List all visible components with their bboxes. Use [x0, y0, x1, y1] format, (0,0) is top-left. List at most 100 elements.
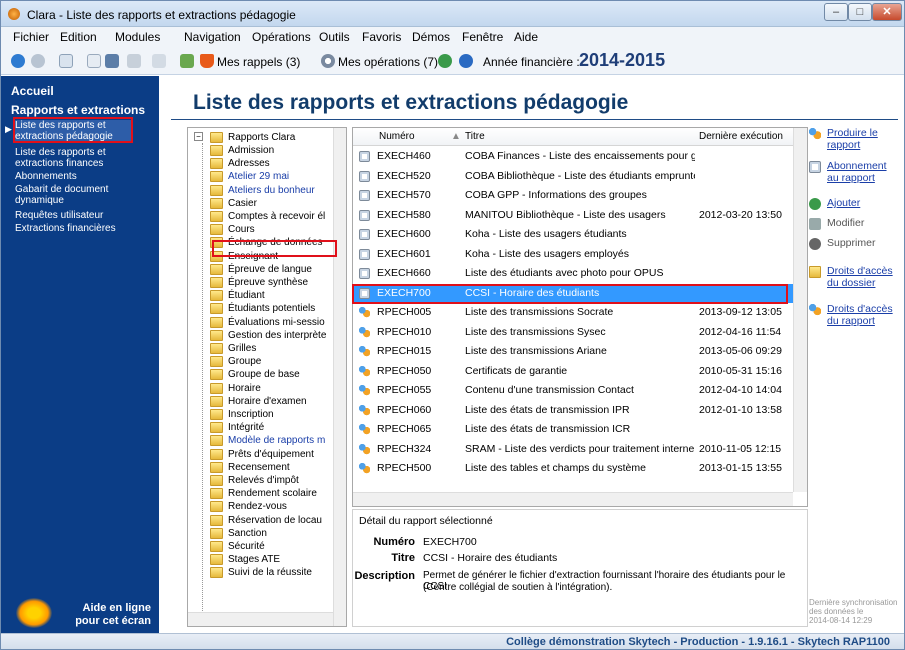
cell-numero: RPECH324: [377, 442, 432, 455]
menu-outils[interactable]: Outils: [319, 30, 350, 44]
nav-item-requetes[interactable]: Requêtes utilisateur: [15, 210, 155, 221]
table-row[interactable]: RPECH050 Certificats de garantie 2010-05-3…: [353, 362, 793, 381]
table-row[interactable]: EXECH460 COBA Finances - Liste des encais…: [353, 147, 793, 166]
table-row[interactable]: RPECH500 Liste des tables et champs du sy…: [353, 459, 793, 478]
folder-icon: [210, 435, 223, 447]
nav-item-gabarit[interactable]: Gabarit de document dynamique: [15, 184, 155, 206]
cell-numero: EXECH601: [377, 247, 431, 260]
table-hscrollbar[interactable]: [353, 492, 793, 506]
folder-icon: [210, 343, 223, 354]
table-scrollbar[interactable]: [793, 128, 807, 492]
tree-item-label: Cours: [228, 224, 255, 236]
table-row[interactable]: EXECH660 Liste des étudiants avec photo p…: [353, 264, 793, 283]
page-title: Liste des rapports et extractions pédago…: [193, 91, 629, 114]
cell-titre: Liste des transmissions Ariane: [465, 345, 607, 357]
menu-operations[interactable]: Opérations: [252, 30, 311, 44]
folder-icon: [210, 277, 223, 288]
table-row[interactable]: RPECH055 Contenu d'une transmission Conta…: [353, 381, 793, 400]
extraction-icon: [359, 209, 370, 221]
email-icon[interactable]: [152, 54, 166, 68]
table-row[interactable]: EXECH601 Koha - Liste des usagers employé…: [353, 245, 793, 264]
folder-icon: [210, 211, 223, 222]
forward-icon[interactable]: [31, 54, 45, 68]
menu-modules[interactable]: Modules: [115, 30, 160, 44]
back-icon[interactable]: [11, 54, 25, 68]
cell-titre: Liste des états de transmission IPR: [465, 403, 630, 416]
table-row[interactable]: RPECH324 SRAM - Liste des verdicts pour t…: [353, 440, 793, 459]
print-icon[interactable]: [127, 54, 141, 68]
export-icon[interactable]: [180, 54, 194, 68]
col-derniere-execution[interactable]: Dernière exécution: [699, 131, 783, 142]
annee-label: Année financière :: [483, 55, 580, 69]
aide-text[interactable]: Aide en ligne pour cet écran: [61, 602, 151, 628]
nav-section-title[interactable]: Rapports et extractions: [11, 103, 145, 117]
close-button[interactable]: ✕: [872, 3, 902, 21]
report-detail: Détail du rapport sélectionné Numéro EXE…: [352, 509, 808, 627]
cell-titre: COBA Finances - Liste des encaissements …: [465, 150, 695, 162]
cell-titre: SRAM - Liste des verdicts pour traitemen…: [465, 442, 695, 455]
folder-icon: [210, 369, 223, 381]
folder-icon: [210, 501, 223, 513]
app-window: Clara - Liste des rapports et extraction…: [0, 0, 905, 650]
edit-icon: [809, 218, 821, 230]
highlight-table-row: [352, 284, 788, 304]
cell-numero: RPECH065: [377, 423, 432, 435]
sync-line2: des données le: [809, 607, 864, 616]
col-numero[interactable]: Numéro: [379, 131, 415, 142]
cell-titre: Koha - Liste des usagers employés: [465, 247, 630, 260]
table-row[interactable]: EXECH600 Koha - Liste des usagers étudian…: [353, 225, 793, 244]
aide-en-ligne[interactable]: Aide en ligne pour cet écran: [1, 596, 159, 633]
table-row[interactable]: EXECH520 COBA Bibliothèque - Liste des ét…: [353, 167, 793, 186]
report-icon: [359, 424, 370, 435]
report-icon: [359, 326, 370, 338]
report-icon: [359, 365, 370, 377]
tree-scrollbar[interactable]: [333, 128, 346, 626]
save-icon[interactable]: [105, 54, 119, 68]
menu-fichier[interactable]: Fichier: [13, 30, 49, 44]
home-icon[interactable]: [59, 54, 73, 68]
table-row[interactable]: EXECH570 COBA GPP - Informations des grou…: [353, 186, 793, 205]
folder-icon: [210, 475, 223, 486]
report-icon: [359, 385, 370, 396]
table-row[interactable]: RPECH015 Liste des transmissions Ariane 20…: [353, 342, 793, 361]
table-row[interactable]: RPECH060 Liste des états de transmission …: [353, 401, 793, 420]
minimize-button[interactable]: –: [824, 3, 848, 21]
bell-icon[interactable]: [200, 54, 214, 68]
report-icon: [809, 304, 821, 316]
cell-date: 2010-11-05 12:15: [699, 442, 782, 455]
table-row[interactable]: EXECH580 MANITOU Bibliothèque - Liste des…: [353, 206, 793, 225]
cell-titre: Liste des transmissions Sysec: [465, 325, 606, 338]
menu-favoris[interactable]: Favoris: [362, 30, 401, 44]
collapse-icon[interactable]: −: [194, 132, 203, 141]
nav-item-extractions-financieres[interactable]: Extractions financières: [15, 223, 155, 234]
tree-item-label: Évaluations mi-sessio: [228, 316, 325, 328]
table-row[interactable]: RPECH005 Liste des transmissions Socrate 2…: [353, 303, 793, 322]
col-titre[interactable]: Titre: [465, 131, 485, 142]
copy-icon[interactable]: [87, 54, 101, 68]
menu-fenetre[interactable]: Fenêtre: [462, 30, 503, 44]
menu-aide[interactable]: Aide: [514, 30, 538, 44]
nav-accueil[interactable]: Accueil: [11, 84, 54, 98]
nav-item-rapports-finances[interactable]: Liste des rapports et extractions financ…: [15, 147, 155, 169]
help-icon[interactable]: [459, 54, 473, 68]
tree-item-label: Suivi de la réussite: [228, 567, 312, 579]
sunflower-icon: [16, 598, 52, 628]
folder-icon: [210, 356, 223, 368]
maximize-button[interactable]: □: [848, 3, 872, 21]
title-divider: [171, 119, 898, 120]
nav-item-abonnements[interactable]: Abonnements: [15, 171, 155, 182]
operations-button[interactable]: Mes opérations (7): [338, 55, 438, 69]
cell-numero: EXECH600: [377, 228, 431, 240]
refresh-icon[interactable]: [438, 54, 452, 68]
menu-demos[interactable]: Démos: [412, 30, 450, 44]
table-row[interactable]: RPECH010 Liste des transmissions Sysec 201…: [353, 323, 793, 342]
menu-edition[interactable]: Edition: [60, 30, 97, 44]
tree-hscrollbar[interactable]: [188, 612, 333, 626]
tree-item-label: Sanction: [228, 527, 267, 539]
rappels-button[interactable]: Mes rappels (3): [217, 55, 300, 69]
menu-navigation[interactable]: Navigation: [184, 30, 241, 44]
gear-icon[interactable]: [321, 54, 335, 68]
annee-value: 2014-2015: [579, 50, 666, 70]
table-row[interactable]: RPECH065 Liste des états de transmission …: [353, 420, 793, 439]
detail-numero-label: Numéro: [373, 536, 415, 548]
